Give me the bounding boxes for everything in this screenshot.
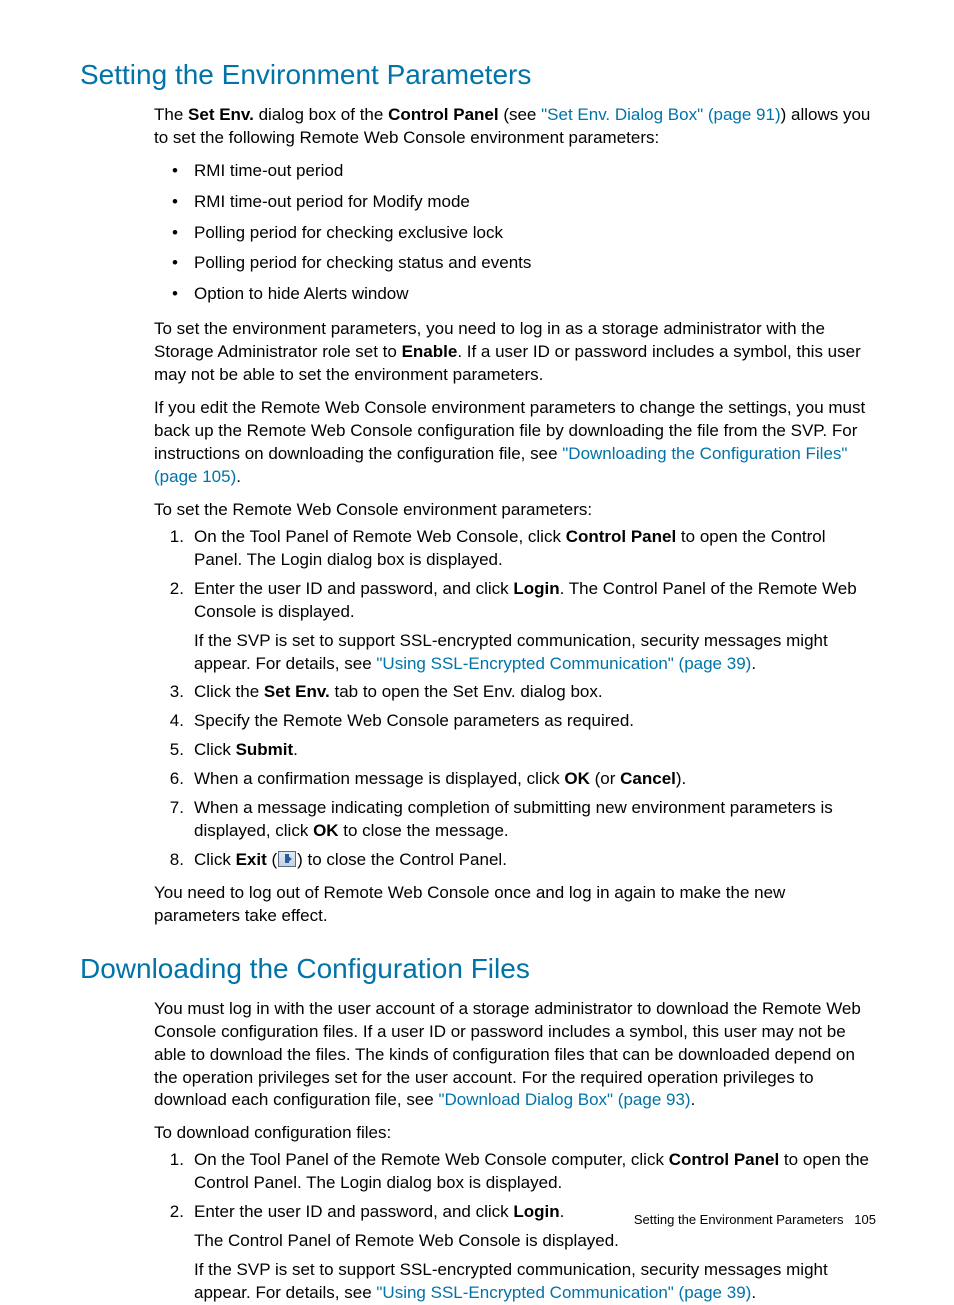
text: Enter the user ID and password, and clic… (194, 1202, 513, 1221)
list-item: RMI time-out period (154, 160, 876, 183)
list-item: Option to hide Alerts window (154, 283, 876, 306)
bold-submit: Submit (236, 740, 294, 759)
list-item: Polling period for checking status and e… (154, 252, 876, 275)
relogin-note: You need to log out of Remote Web Consol… (154, 882, 876, 928)
bold-control-panel: Control Panel (566, 527, 677, 546)
text: On the Tool Panel of the Remote Web Cons… (194, 1150, 669, 1169)
text: Click (194, 740, 236, 759)
bold-set-env: Set Env. (188, 105, 254, 124)
set-env-steps: On the Tool Panel of Remote Web Console,… (154, 526, 876, 872)
backup-note-paragraph: If you edit the Remote Web Console envir… (154, 397, 876, 489)
download-intro-paragraph: You must log in with the user account of… (154, 998, 876, 1113)
env-params-bullet-list: RMI time-out period RMI time-out period … (154, 160, 876, 307)
bold-login: Login (513, 579, 559, 598)
list-item: Polling period for checking exclusive lo… (154, 222, 876, 245)
bold-login: Login (513, 1202, 559, 1221)
text: . (560, 1202, 565, 1221)
heading-downloading-config-files: Downloading the Configuration Files (80, 950, 876, 988)
bold-control-panel: Control Panel (669, 1150, 780, 1169)
admin-role-paragraph: To set the environment parameters, you n… (154, 318, 876, 387)
text: The (154, 105, 188, 124)
text: tab to open the Set Env. dialog box. (330, 682, 603, 701)
text: Click (194, 850, 236, 869)
bold-control-panel: Control Panel (388, 105, 499, 124)
text: On the Tool Panel of Remote Web Console,… (194, 527, 566, 546)
page-footer: Setting the Environment Parameters 105 (634, 1211, 876, 1229)
step-3: Click the Set Env. tab to open the Set E… (154, 681, 876, 704)
text: ). (676, 769, 686, 788)
step-5: Click Submit. (154, 739, 876, 762)
section2-body: You must log in with the user account of… (154, 998, 876, 1305)
step-8: Click Exit ( ) to close the Control Panel… (154, 849, 876, 872)
bold-cancel: Cancel (620, 769, 676, 788)
footer-title: Setting the Environment Parameters (634, 1212, 844, 1227)
text: (see (499, 105, 542, 124)
text: Enter the user ID and password, and clic… (194, 579, 513, 598)
text: (or (590, 769, 620, 788)
text: to close the message. (339, 821, 509, 840)
text: Click the (194, 682, 264, 701)
step-1: On the Tool Panel of Remote Web Console,… (154, 526, 876, 572)
text: . (691, 1090, 696, 1109)
step-2: Enter the user ID and password, and clic… (154, 578, 876, 676)
exit-icon (278, 851, 296, 867)
text: ( (267, 850, 277, 869)
text: ) to close the Control Panel. (297, 850, 507, 869)
link-ssl-communication[interactable]: "Using SSL-Encrypted Communication" (pag… (376, 654, 751, 673)
bold-set-env: Set Env. (264, 682, 330, 701)
bold-exit: Exit (236, 850, 267, 869)
bold-enable: Enable (402, 342, 458, 361)
text: When a confirmation message is displayed… (194, 769, 564, 788)
step-4: Specify the Remote Web Console parameter… (154, 710, 876, 733)
text: . (751, 1283, 756, 1302)
intro-paragraph: The Set Env. dialog box of the Control P… (154, 104, 876, 150)
step-1: On the Tool Panel of the Remote Web Cons… (154, 1149, 876, 1195)
text: When a message indicating completion of … (194, 798, 833, 840)
section1-body: The Set Env. dialog box of the Control P… (154, 104, 876, 928)
text: . (293, 740, 298, 759)
step-2-note: If the SVP is set to support SSL-encrypt… (194, 630, 876, 676)
text: . (751, 654, 756, 673)
download-steps-intro: To download configuration files: (154, 1122, 876, 1145)
text: dialog box of the (254, 105, 388, 124)
step-2-sub2: If the SVP is set to support SSL-encrypt… (194, 1259, 876, 1305)
step-7: When a message indicating completion of … (154, 797, 876, 843)
text: . (236, 467, 241, 486)
heading-setting-env-params: Setting the Environment Parameters (80, 56, 876, 94)
link-set-env-dialog[interactable]: "Set Env. Dialog Box" (page 91) (541, 105, 781, 124)
steps-intro: To set the Remote Web Console environmen… (154, 499, 876, 522)
bold-ok: OK (564, 769, 590, 788)
step-6: When a confirmation message is displayed… (154, 768, 876, 791)
step-2-sub1: The Control Panel of Remote Web Console … (194, 1230, 876, 1253)
list-item: RMI time-out period for Modify mode (154, 191, 876, 214)
link-download-dialog[interactable]: "Download Dialog Box" (page 93) (438, 1090, 690, 1109)
page-number: 105 (854, 1212, 876, 1227)
bold-ok: OK (313, 821, 339, 840)
link-ssl-communication[interactable]: "Using SSL-Encrypted Communication" (pag… (376, 1283, 751, 1302)
